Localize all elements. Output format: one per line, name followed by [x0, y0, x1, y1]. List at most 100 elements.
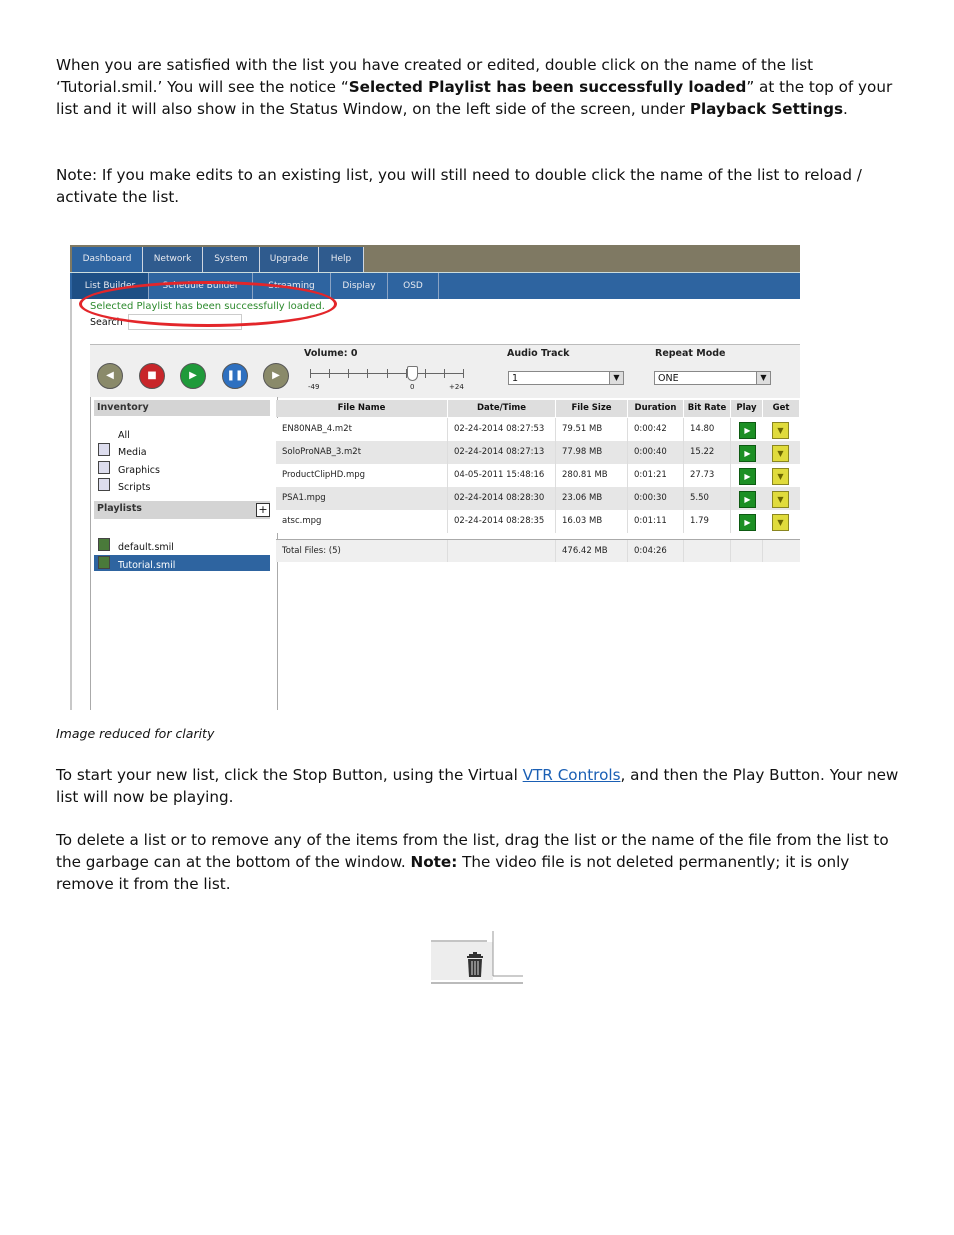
volume-slider[interactable] [310, 366, 464, 381]
total-size: 476.42 MB [556, 540, 628, 562]
total-empty-cell [731, 540, 763, 562]
trash-icon[interactable] [467, 952, 483, 977]
tab-upgrade[interactable]: Upgrade [260, 247, 319, 272]
stop-button[interactable]: ■ [139, 363, 165, 389]
cell-file-size: 16.03 MB [556, 510, 628, 533]
tab-osd[interactable]: OSD [388, 273, 439, 299]
row-play-icon[interactable]: ▶ [739, 491, 756, 508]
row-get-icon[interactable]: ▼ [772, 491, 789, 508]
col-header-file-size[interactable]: File Size [556, 400, 628, 417]
cell-duration: 0:01:11 [628, 510, 684, 533]
cell-duration: 0:00:42 [628, 418, 684, 441]
total-files-label: Total Files: (5) [276, 540, 448, 562]
cell-file-name: EN80NAB_4.m2t [276, 418, 448, 441]
volume-min-label: -49 [308, 383, 320, 391]
row-get-icon[interactable]: ▼ [772, 445, 789, 462]
play-button[interactable]: ▶ [180, 363, 206, 389]
table-row[interactable]: ProductClipHD.mpg 04-05-2011 15:48:16 28… [276, 464, 800, 487]
trash-area-graphic [431, 931, 523, 984]
audio-track-label: Audio Track [507, 348, 570, 359]
start-list-paragraph: To start your new list, click the Stop B… [56, 766, 899, 806]
tab-display[interactable]: Display [331, 273, 388, 299]
playlists-header: Playlists [94, 501, 270, 519]
cell-datetime: 02-24-2014 08:28:35 [448, 510, 556, 533]
total-duration: 0:04:26 [628, 540, 684, 562]
row-get-icon[interactable]: ▼ [772, 422, 789, 439]
table-row[interactable]: SoloProNAB_3.m2t 02-24-2014 08:27:13 77.… [276, 441, 800, 464]
inventory-item-media[interactable]: Media [118, 447, 147, 458]
chevron-down-icon: ▼ [609, 372, 623, 384]
col-header-get[interactable]: Get [763, 400, 800, 417]
playlist-icon [98, 538, 110, 551]
inventory-item-all[interactable]: All [118, 430, 130, 441]
cell-file-size: 23.06 MB [556, 487, 628, 510]
playlist-tutorial[interactable]: Tutorial.smil [118, 560, 175, 571]
highlight-oval [79, 281, 337, 327]
pause-button[interactable]: ❚❚ [222, 363, 248, 389]
tab-dashboard[interactable]: Dashboard [72, 247, 143, 272]
cell-datetime: 02-24-2014 08:28:30 [448, 487, 556, 510]
cell-bit-rate: 15.22 [684, 441, 731, 464]
tab-network[interactable]: Network [143, 247, 203, 272]
cell-bit-rate: 1.79 [684, 510, 731, 533]
forward-button[interactable]: ▶ [263, 363, 289, 389]
playlist-default[interactable]: default.smil [118, 542, 174, 553]
table-row[interactable]: PSA1.mpg 02-24-2014 08:28:30 23.06 MB 0:… [276, 487, 800, 510]
row-play-icon[interactable]: ▶ [739, 514, 756, 531]
table-row[interactable]: EN80NAB_4.m2t 02-24-2014 08:27:53 79.51 … [276, 418, 800, 441]
note-bold: Note: [410, 853, 458, 871]
total-empty-cell [684, 540, 731, 562]
col-header-datetime[interactable]: Date/Time [448, 400, 556, 417]
volume-knob[interactable] [407, 366, 418, 381]
playlist-icon [98, 556, 110, 569]
totals-row: Total Files: (5) 476.42 MB 0:04:26 [276, 539, 800, 562]
graphics-icon [98, 461, 110, 474]
cell-duration: 0:00:30 [628, 487, 684, 510]
trash-area [431, 929, 523, 984]
tab-system[interactable]: System [203, 247, 260, 272]
image-caption: Image reduced for clarity [56, 726, 215, 741]
row-play-icon[interactable]: ▶ [739, 422, 756, 439]
inventory-item-graphics[interactable]: Graphics [118, 465, 160, 476]
cell-bit-rate: 5.50 [684, 487, 731, 510]
vtr-controls-link[interactable]: VTR Controls [523, 766, 621, 784]
chevron-down-icon: ▼ [756, 372, 770, 384]
add-playlist-button[interactable]: + [256, 503, 270, 517]
cell-file-size: 77.98 MB [556, 441, 628, 464]
cell-file-name: atsc.mpg [276, 510, 448, 533]
cell-file-size: 79.51 MB [556, 418, 628, 441]
row-get-icon[interactable]: ▼ [772, 514, 789, 531]
col-header-duration[interactable]: Duration [628, 400, 684, 417]
rewind-button[interactable]: ◀ [97, 363, 123, 389]
volume-max-label: +24 [449, 383, 464, 391]
cell-datetime: 02-24-2014 08:27:13 [448, 441, 556, 464]
note-paragraph: Note: If you make edits to an existing l… [56, 166, 862, 206]
cell-file-name: PSA1.mpg [276, 487, 448, 510]
audio-track-select[interactable]: 1 ▼ [508, 371, 624, 385]
cell-duration: 0:00:40 [628, 441, 684, 464]
repeat-mode-label: Repeat Mode [655, 348, 726, 359]
col-header-play[interactable]: Play [731, 400, 763, 417]
cell-datetime: 04-05-2011 15:48:16 [448, 464, 556, 487]
col-header-bit-rate[interactable]: Bit Rate [684, 400, 731, 417]
scripts-icon [98, 478, 110, 491]
sidebar: Inventory All Media Graphics Scripts Pla… [90, 397, 278, 710]
cell-duration: 0:01:21 [628, 464, 684, 487]
row-get-icon[interactable]: ▼ [772, 468, 789, 485]
top-nav: Dashboard Network System Upgrade Help [70, 245, 800, 272]
list-builder-screenshot: Dashboard Network System Upgrade Help Li… [70, 245, 800, 710]
row-play-icon[interactable]: ▶ [739, 445, 756, 462]
volume-mid-label: 0 [410, 383, 415, 391]
row-play-icon[interactable]: ▶ [739, 468, 756, 485]
table-row[interactable]: atsc.mpg 02-24-2014 08:28:35 16.03 MB 0:… [276, 510, 800, 533]
inventory-header: Inventory [94, 400, 270, 416]
cell-datetime: 02-24-2014 08:27:53 [448, 418, 556, 441]
tab-help[interactable]: Help [319, 247, 364, 272]
col-header-file-name[interactable]: File Name [276, 400, 448, 417]
intro-paragraph: When you are satisfied with the list you… [56, 56, 893, 118]
volume-label: Volume: 0 [304, 348, 358, 359]
cell-file-size: 280.81 MB [556, 464, 628, 487]
cell-bit-rate: 27.73 [684, 464, 731, 487]
repeat-mode-select[interactable]: ONE ▼ [654, 371, 771, 385]
inventory-item-scripts[interactable]: Scripts [118, 482, 151, 493]
